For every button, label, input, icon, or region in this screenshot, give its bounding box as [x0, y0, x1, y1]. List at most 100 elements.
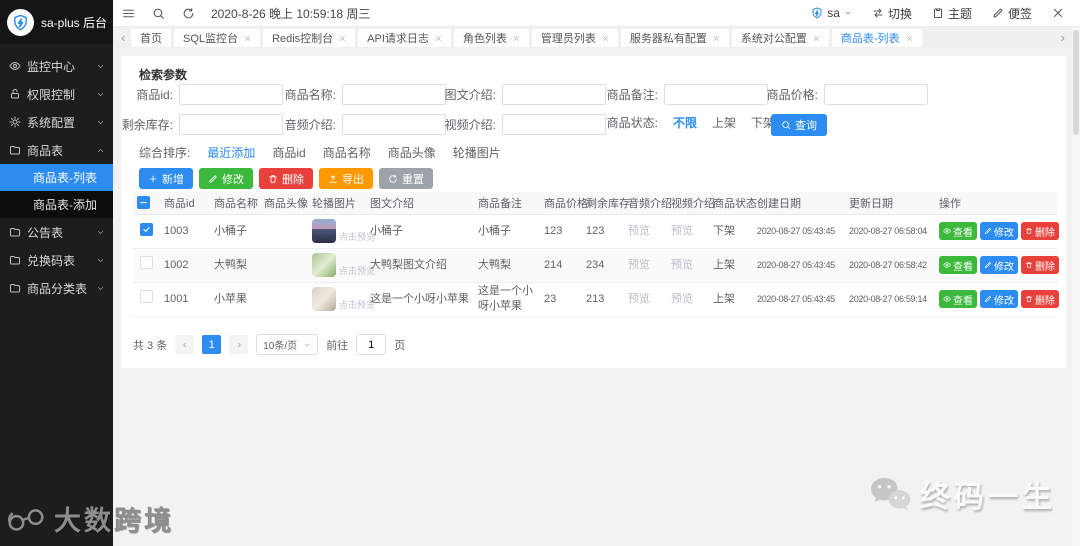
chevron-up-icon [96, 146, 105, 155]
status-option-any[interactable]: 不限 [673, 114, 697, 131]
intro-input[interactable] [502, 84, 606, 105]
tab-role-list[interactable]: 角色列表 [453, 29, 529, 47]
tab-admin-list[interactable]: 管理员列表 [531, 29, 618, 47]
chevron-down-icon [96, 118, 105, 127]
datetime-text: 2020-8-26 晚上 10:59:18 周三 [211, 6, 371, 21]
video-preview-link[interactable]: 预览 [671, 259, 693, 271]
sort-carousel[interactable]: 轮播图片 [453, 144, 501, 161]
close-icon[interactable] [813, 35, 820, 42]
sidebar-item-goods-category[interactable]: 商品分类表 [0, 274, 113, 302]
sidebar-item-system-config[interactable]: 系统配置 [0, 108, 113, 136]
close-icon[interactable] [513, 35, 520, 42]
app-title: sa-plus 后台 [41, 15, 108, 30]
query-button[interactable]: 查询 [771, 114, 827, 136]
refresh-icon[interactable] [173, 0, 203, 27]
video-preview-link[interactable]: 预览 [671, 293, 693, 305]
row-checkbox[interactable] [140, 223, 153, 237]
trash-icon [1025, 295, 1033, 303]
chevron-down-icon [303, 341, 311, 349]
stock-input[interactable] [179, 114, 283, 135]
sidebar-item-redeem-table[interactable]: 兑换码表 [0, 246, 113, 274]
row-view-button[interactable]: 查看 [939, 256, 977, 274]
tab-system-public-config[interactable]: 系统对公配置 [731, 29, 829, 47]
add-button[interactable]: 新增 [139, 168, 193, 189]
sort-recent[interactable]: 最近添加 [207, 144, 255, 161]
goto-page-input[interactable] [356, 334, 387, 355]
price-input[interactable] [824, 84, 928, 105]
tabs-scroll-right-button[interactable] [1054, 27, 1070, 49]
row-delete-button[interactable]: 删除 [1021, 290, 1059, 308]
row-delete-button[interactable]: 删除 [1021, 256, 1059, 274]
search-icon[interactable] [143, 0, 173, 27]
sort-goods-id[interactable]: 商品id [272, 144, 305, 161]
col-status: 商品状态 [709, 192, 757, 215]
tab-home[interactable]: 首页 [131, 29, 171, 47]
sidebar-item-notice-table[interactable]: 公告表 [0, 218, 113, 246]
goods-name-input[interactable] [342, 84, 446, 105]
row-edit-button[interactable]: 修改 [980, 256, 1018, 274]
close-icon[interactable] [602, 35, 609, 42]
carousel-image[interactable] [312, 219, 336, 243]
status-option-on[interactable]: 上架 [712, 114, 736, 131]
prev-page-button[interactable] [175, 335, 195, 354]
tabs-scroll-left-button[interactable] [115, 27, 131, 49]
close-icon[interactable] [339, 35, 346, 42]
carousel-image[interactable] [312, 287, 336, 311]
row-edit-button[interactable]: 修改 [980, 222, 1018, 240]
col-created: 创建日期 [753, 192, 845, 215]
table-row: 1003 小桶子 点击预览 小桶子 小桶子 123 123 预览 预览 下架 2… [133, 214, 1059, 249]
export-button[interactable]: 导出 [319, 168, 373, 189]
row-checkbox[interactable] [140, 256, 153, 270]
tab-goods-list[interactable]: 商品表-列表 [831, 29, 922, 47]
goods-id-input[interactable] [179, 84, 283, 105]
plus-icon [148, 174, 158, 184]
select-all-checkbox[interactable] [137, 195, 150, 209]
close-icon[interactable] [435, 35, 442, 42]
pencil-icon [208, 174, 218, 184]
tab-redis-console[interactable]: Redis控制台 [263, 29, 356, 47]
sidebar-item-permission[interactable]: 权限控制 [0, 80, 113, 108]
carousel-image[interactable] [312, 253, 336, 277]
row-edit-button[interactable]: 修改 [980, 290, 1018, 308]
sort-goods-avatar[interactable]: 商品头像 [388, 144, 436, 161]
video-input[interactable] [502, 114, 606, 135]
switch-button[interactable]: 切换 [872, 5, 912, 22]
close-icon[interactable] [713, 35, 720, 42]
hamburger-menu-icon[interactable] [113, 0, 143, 27]
theme-button[interactable]: 主题 [932, 5, 972, 22]
fullscreen-close-button[interactable] [1052, 7, 1064, 19]
close-icon[interactable] [906, 35, 913, 42]
delete-button[interactable]: 删除 [259, 168, 313, 189]
eye-icon [9, 60, 21, 72]
page-size-select[interactable]: 10条/页 [256, 334, 319, 355]
video-preview-link[interactable]: 预览 [671, 225, 693, 237]
sort-goods-name[interactable]: 商品名称 [323, 144, 371, 161]
tab-sql-monitor[interactable]: SQL监控台 [174, 29, 261, 47]
remark-input[interactable] [664, 84, 768, 105]
audio-preview-link[interactable]: 预览 [628, 225, 650, 237]
row-view-button[interactable]: 查看 [939, 222, 977, 240]
sidebar-item-goods-table[interactable]: 商品表 [0, 136, 113, 164]
close-icon[interactable] [244, 35, 251, 42]
note-button[interactable]: 便签 [992, 5, 1032, 22]
goto-unit: 页 [394, 339, 406, 352]
sidebar-item-monitor[interactable]: 监控中心 [0, 52, 113, 80]
row-checkbox[interactable] [140, 290, 153, 304]
tab-api-log[interactable]: API请求日志 [358, 29, 451, 47]
edit-button[interactable]: 修改 [199, 168, 253, 189]
tab-server-private-config[interactable]: 服务器私有配置 [620, 29, 729, 47]
row-view-button[interactable]: 查看 [939, 290, 977, 308]
app-logo: sa-plus 后台 [0, 0, 113, 44]
user-menu[interactable]: sa [811, 6, 852, 20]
table-row: 1001 小苹果 点击预览 这是一个小呀小苹果 这是一个小呀小苹果 23 213… [133, 282, 1059, 317]
current-page-button[interactable]: 1 [202, 335, 222, 354]
next-page-button[interactable] [229, 335, 249, 354]
row-delete-button[interactable]: 删除 [1021, 222, 1059, 240]
reset-button[interactable]: 重置 [379, 168, 433, 189]
audio-input[interactable] [342, 114, 446, 135]
audio-preview-link[interactable]: 预览 [628, 259, 650, 271]
sidebar-item-goods-list[interactable]: 商品表-列表 [0, 164, 113, 191]
scrollbar-thumb[interactable] [1073, 30, 1079, 135]
audio-preview-link[interactable]: 预览 [628, 293, 650, 305]
sidebar-item-goods-add[interactable]: 商品表-添加 [0, 191, 113, 218]
